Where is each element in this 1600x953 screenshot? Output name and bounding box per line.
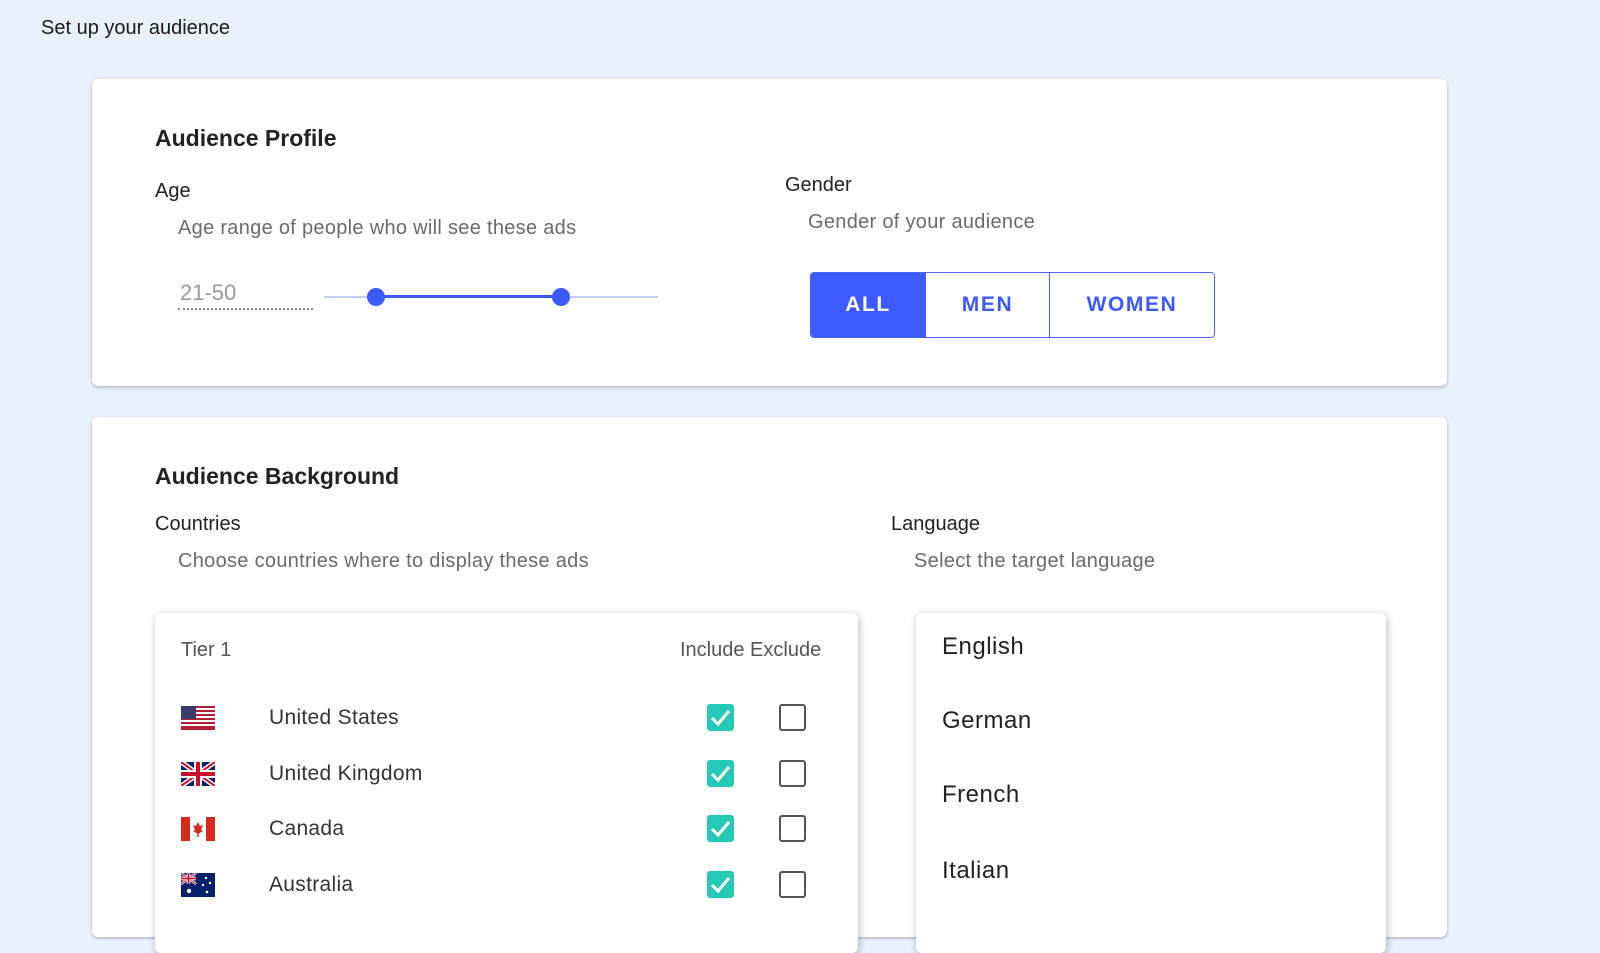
countries-description: Choose countries where to display these … <box>178 550 589 572</box>
age-description: Age range of people who will see these a… <box>178 217 577 239</box>
country-name: Australia <box>269 873 354 896</box>
include-checkbox[interactable] <box>707 871 734 898</box>
age-label: Age <box>155 180 191 202</box>
exclude-checkbox[interactable] <box>779 760 806 787</box>
include-checkbox[interactable] <box>707 760 734 787</box>
country-row-united-kingdom: United Kingdom <box>155 754 858 794</box>
language-description: Select the target language <box>914 550 1156 572</box>
us-flag-icon <box>181 706 215 730</box>
audience-background-title: Audience Background <box>155 463 400 489</box>
check-icon <box>710 710 731 727</box>
exclude-checkbox[interactable] <box>779 704 806 731</box>
age-range-slider[interactable] <box>324 288 658 306</box>
language-label: Language <box>891 513 980 535</box>
country-name: United Kingdom <box>269 762 423 785</box>
language-option-french[interactable]: French <box>942 781 1020 809</box>
australia-flag-icon <box>181 873 215 897</box>
gender-women-button[interactable]: WOMEN <box>1050 273 1214 337</box>
language-option-english[interactable]: English <box>942 633 1024 661</box>
slider-min-thumb[interactable] <box>367 288 386 306</box>
page-title: Set up your audience <box>41 17 231 39</box>
exclude-checkbox[interactable] <box>779 815 806 842</box>
slider-max-thumb[interactable] <box>552 288 571 306</box>
include-checkbox[interactable] <box>707 704 734 731</box>
check-icon <box>710 766 731 783</box>
include-exclude-header: Include Exclude <box>680 639 822 661</box>
slider-track <box>376 295 562 298</box>
gender-toggle-group: ALL MEN WOMEN <box>810 272 1215 338</box>
country-row-australia: Australia <box>155 865 858 905</box>
country-row-canada: Canada <box>155 809 858 849</box>
exclude-checkbox[interactable] <box>779 871 806 898</box>
language-option-italian[interactable]: Italian <box>942 857 1010 885</box>
uk-flag-icon <box>181 762 215 786</box>
gender-all-button[interactable]: ALL <box>811 273 926 337</box>
check-icon <box>710 821 731 838</box>
audience-profile-card: Audience Profile Age Age range of people… <box>92 79 1447 386</box>
language-option-german[interactable]: German <box>942 707 1032 735</box>
tier-label: Tier 1 <box>181 639 232 661</box>
check-icon <box>710 877 731 894</box>
countries-table: Tier 1 Include Exclude United States Uni… <box>155 613 858 953</box>
country-name: Canada <box>269 817 345 840</box>
gender-description: Gender of your audience <box>808 211 1036 233</box>
country-row-united-states: United States <box>155 698 858 738</box>
audience-background-card: Audience Background Countries Choose cou… <box>92 417 1447 953</box>
include-checkbox[interactable] <box>707 815 734 842</box>
country-name: United States <box>269 706 399 729</box>
countries-label: Countries <box>155 513 241 535</box>
age-range-input[interactable]: 21-50 <box>178 280 313 310</box>
canada-flag-icon <box>181 817 215 841</box>
language-list: English German French Italian <box>916 613 1386 953</box>
gender-men-button[interactable]: MEN <box>926 273 1050 337</box>
gender-label: Gender <box>785 174 852 196</box>
audience-profile-title: Audience Profile <box>155 125 337 151</box>
